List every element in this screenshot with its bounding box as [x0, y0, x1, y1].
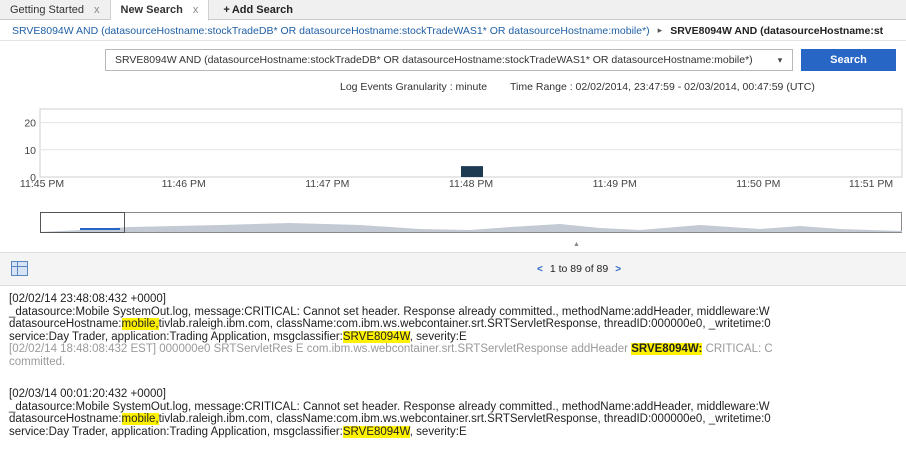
event-field: service:Day Trader, application:Trading …	[9, 330, 343, 343]
y-tick-label: 10	[24, 145, 36, 157]
event-field: tivlab.raleigh.ibm.com, className:com.ib…	[158, 413, 771, 425]
close-icon[interactable]: x	[193, 4, 199, 16]
collapse-handle-icon[interactable]: ▲	[573, 241, 580, 248]
event-line: service:Day Trader, application:Trading …	[9, 425, 771, 439]
tab-strip: Getting Started x New Search x + Add Sea…	[0, 0, 906, 21]
close-icon[interactable]: x	[94, 4, 100, 16]
event-field: , severity:E	[409, 330, 467, 343]
event-field: tivlab.raleigh.ibm.com, className:com.ib…	[158, 318, 771, 330]
y-tick-label: 20	[24, 118, 36, 130]
tab-label: Getting Started	[10, 4, 84, 16]
highlight-term: mobile,	[121, 318, 159, 330]
event-raw-line: [02/02/14 18:48:08:432 EST] 000000e0 SRT…	[9, 343, 773, 356]
event-list: [02/02/14 23:48:08:432 +0000] _datasourc…	[0, 290, 906, 461]
breadcrumb: SRVE8094W AND (datasourceHostname:stockT…	[0, 21, 906, 41]
event-line: service:Day Trader, application:Trading …	[9, 330, 773, 344]
next-page-button[interactable]: >	[615, 264, 621, 275]
tab-label: Add Search	[231, 4, 293, 16]
pager: < 1 to 89 of 89 >	[530, 263, 628, 275]
tab-label: New Search	[120, 4, 183, 16]
x-tick-label: 11:46 PM	[161, 178, 206, 190]
tab-new-search[interactable]: New Search x	[110, 0, 210, 21]
prev-page-button[interactable]: <	[537, 264, 543, 275]
breadcrumb-current: SRVE8094W AND (datasourceHostname:st	[670, 24, 884, 37]
tab-getting-started[interactable]: Getting Started x	[0, 0, 111, 20]
results-toolbar: < 1 to 89 of 89 >	[0, 252, 906, 286]
event-line: datasourceHostname:mobile,tivlab.raleigh…	[9, 413, 771, 426]
add-search-tab[interactable]: + Add Search	[209, 0, 303, 20]
search-query-text[interactable]: SRVE8094W AND (datasourceHostname:stockT…	[106, 54, 768, 66]
table-view-icon[interactable]	[11, 261, 28, 276]
highlight-term: SRVE8094W:	[631, 343, 703, 355]
search-query-input[interactable]: SRVE8094W AND (datasourceHostname:stockT…	[105, 49, 793, 71]
timeline-overview[interactable]	[40, 212, 902, 233]
time-range-label: Time Range : 02/02/2014, 23:47:59 - 02/0…	[510, 81, 815, 93]
x-tick-label: 11:47 PM	[305, 178, 350, 190]
raw-text: CRITICAL: C	[702, 343, 773, 355]
breadcrumb-query-link[interactable]: SRVE8094W AND (datasourceHostname:stockT…	[12, 25, 650, 37]
overview-bar	[80, 228, 120, 230]
chevron-down-icon[interactable]: ▾	[768, 50, 792, 70]
event-line: datasourceHostname:mobile,tivlab.raleigh…	[9, 318, 773, 331]
event-field: service:Day Trader, application:Trading …	[9, 425, 343, 438]
x-tick-label: 11:50 PM	[736, 178, 781, 190]
highlight-term: SRVE8094W	[342, 425, 410, 438]
event-timestamp: [02/03/14 00:01:20:432 +0000]	[9, 388, 166, 400]
event-field: datasourceHostname:	[9, 318, 122, 330]
x-tick-label: 11:51 PM	[848, 178, 894, 190]
highlight-term: mobile,	[121, 413, 159, 425]
event-field: , severity:E	[409, 425, 467, 438]
x-tick-label: 11:48 PM	[448, 178, 494, 190]
event-line: _datasource:Mobile SystemOut.log, messag…	[9, 305, 770, 318]
chevron-right-icon: ▸	[657, 25, 663, 35]
histogram-bar[interactable]	[461, 166, 483, 177]
granularity-label: Log Events Granularity : minute	[340, 81, 488, 93]
event-field: datasourceHostname:	[9, 413, 122, 425]
event-raw-line: committed.	[9, 355, 66, 368]
x-tick-label: 11:49 PM	[592, 178, 637, 190]
highlight-term: SRVE8094W	[342, 330, 410, 343]
event-timestamp: [02/02/14 23:48:08:432 +0000]	[9, 293, 166, 305]
raw-text: [02/02/14 18:48:08:432 EST] 000000e0 SRT…	[9, 343, 632, 355]
event-line: _datasource:Mobile SystemOut.log, messag…	[9, 400, 770, 413]
plus-icon: +	[223, 4, 230, 16]
result-count: 1 to 89 of 89	[549, 263, 609, 275]
list-item[interactable]: [02/02/14 23:48:08:432 +0000] _datasourc…	[0, 293, 773, 368]
search-button[interactable]: Search	[801, 49, 896, 71]
x-tick-label: 11:45 PM	[19, 178, 65, 190]
list-item[interactable]: [02/03/14 00:01:20:432 +0000] _datasourc…	[0, 388, 771, 438]
